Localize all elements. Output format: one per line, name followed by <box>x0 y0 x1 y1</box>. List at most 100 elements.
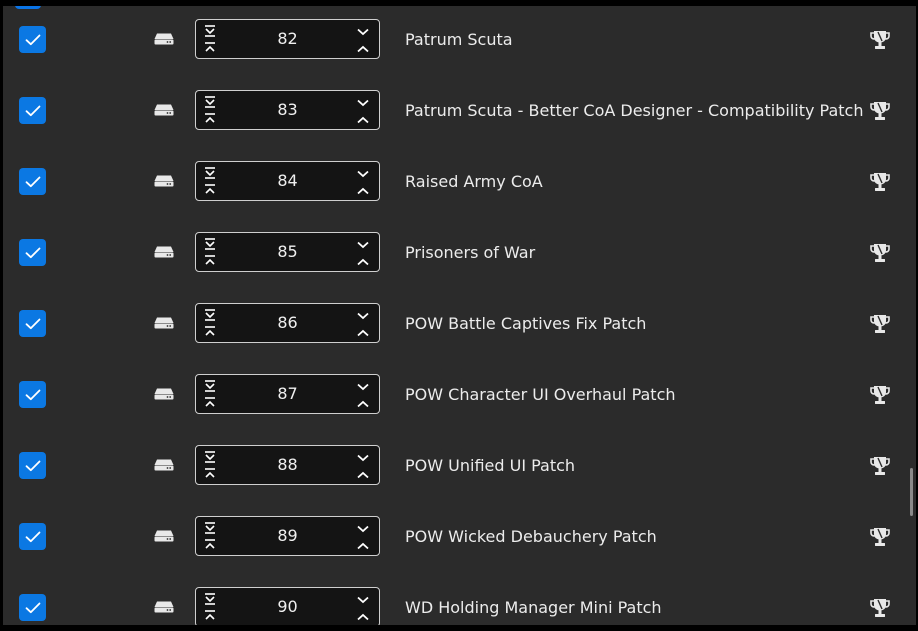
load-order-value[interactable]: 87 <box>226 375 349 413</box>
scrollbar-thumb[interactable] <box>910 468 913 516</box>
checkmark-icon <box>25 389 40 400</box>
increment-button[interactable] <box>355 113 371 127</box>
chevron-up-icon <box>357 116 369 124</box>
chevron-down-icon <box>357 383 369 391</box>
checkmark-icon <box>25 531 40 542</box>
trophy-icon <box>870 315 890 333</box>
load-order-stepper[interactable]: 90 <box>195 587 380 625</box>
increment-button[interactable] <box>355 255 371 269</box>
move-to-bottom-icon <box>205 96 215 108</box>
decrement-button[interactable] <box>355 238 371 252</box>
enable-checkbox[interactable] <box>19 452 46 479</box>
mod-name: POW Wicked Debauchery Patch <box>405 527 657 546</box>
enable-checkbox[interactable] <box>19 26 46 53</box>
move-to-bottom-button[interactable] <box>202 95 218 109</box>
load-order-value[interactable]: 84 <box>226 162 349 200</box>
decrement-button[interactable] <box>355 380 371 394</box>
move-to-bottom-button[interactable] <box>202 308 218 322</box>
move-to-bottom-button[interactable] <box>202 521 218 535</box>
hard-drive-icon <box>154 388 174 400</box>
load-order-value[interactable]: 82 <box>226 20 349 58</box>
enable-checkbox[interactable] <box>19 97 46 124</box>
trophy-icon <box>870 528 890 546</box>
increment-button[interactable] <box>355 468 371 482</box>
chevron-up-icon <box>357 329 369 337</box>
chevron-down-icon <box>357 99 369 107</box>
mod-name: POW Battle Captives Fix Patch <box>405 314 647 333</box>
mod-name: WD Holding Manager Mini Patch <box>405 598 662 617</box>
move-to-top-button[interactable] <box>202 467 218 481</box>
chevron-down-icon <box>357 454 369 462</box>
checkmark-icon <box>25 105 40 116</box>
increment-button[interactable] <box>355 539 371 553</box>
move-to-top-button[interactable] <box>202 254 218 268</box>
chevron-up-icon <box>357 45 369 53</box>
chevron-up-icon <box>357 542 369 550</box>
load-order-stepper[interactable]: 83 <box>195 90 380 130</box>
hard-drive-icon <box>154 459 174 471</box>
load-order-value[interactable]: 83 <box>226 91 349 129</box>
load-order-stepper[interactable]: 89 <box>195 516 380 556</box>
trophy-icon <box>870 386 890 404</box>
load-order-stepper[interactable]: 84 <box>195 161 380 201</box>
increment-button[interactable] <box>355 397 371 411</box>
decrement-button[interactable] <box>355 309 371 323</box>
decrement-button[interactable] <box>355 451 371 465</box>
move-to-bottom-button[interactable] <box>202 450 218 464</box>
load-order-stepper[interactable]: 82 <box>195 19 380 59</box>
move-to-top-button[interactable] <box>202 609 218 623</box>
move-to-bottom-button[interactable] <box>202 379 218 393</box>
chevron-down-icon <box>357 525 369 533</box>
move-to-top-button[interactable] <box>202 396 218 410</box>
increment-button[interactable] <box>355 610 371 624</box>
load-order-stepper[interactable]: 87 <box>195 374 380 414</box>
decrement-button[interactable] <box>355 593 371 607</box>
move-to-bottom-icon <box>205 593 215 605</box>
move-to-top-icon <box>205 610 215 620</box>
checkmark-icon <box>25 176 40 187</box>
move-to-top-button[interactable] <box>202 183 218 197</box>
load-order-value[interactable]: 85 <box>226 233 349 271</box>
load-order-value[interactable]: 89 <box>226 517 349 555</box>
mod-name: Prisoners of War <box>405 243 536 262</box>
enable-checkbox[interactable] <box>19 168 46 195</box>
move-to-top-button[interactable] <box>202 538 218 552</box>
load-order-value[interactable]: 90 <box>226 588 349 625</box>
load-order-value[interactable]: 86 <box>226 304 349 342</box>
decrement-button[interactable] <box>355 96 371 110</box>
enable-checkbox[interactable] <box>19 381 46 408</box>
move-to-bottom-button[interactable] <box>202 24 218 38</box>
decrement-button[interactable] <box>355 25 371 39</box>
move-to-bottom-button[interactable] <box>202 166 218 180</box>
increment-button[interactable] <box>355 326 371 340</box>
enable-checkbox[interactable] <box>19 523 46 550</box>
trophy-icon <box>870 244 890 262</box>
mod-row: 84 Raised Army CoA <box>3 148 916 219</box>
checkmark-icon <box>25 34 40 45</box>
move-to-bottom-button[interactable] <box>202 237 218 251</box>
move-to-top-button[interactable] <box>202 325 218 339</box>
increment-button[interactable] <box>355 184 371 198</box>
decrement-button[interactable] <box>355 522 371 536</box>
decrement-button[interactable] <box>355 167 371 181</box>
load-order-stepper[interactable]: 88 <box>195 445 380 485</box>
move-to-bottom-icon <box>205 25 215 37</box>
move-to-top-icon <box>205 326 215 336</box>
move-to-top-button[interactable] <box>202 112 218 126</box>
move-to-bottom-icon <box>205 522 215 534</box>
move-to-bottom-icon <box>205 451 215 463</box>
enable-checkbox[interactable] <box>19 239 46 266</box>
chevron-up-icon <box>357 187 369 195</box>
load-order-stepper[interactable]: 85 <box>195 232 380 272</box>
enable-checkbox[interactable] <box>19 310 46 337</box>
move-to-bottom-icon <box>205 167 215 179</box>
increment-button[interactable] <box>355 42 371 56</box>
move-to-bottom-button[interactable] <box>202 592 218 606</box>
load-order-stepper[interactable]: 86 <box>195 303 380 343</box>
chevron-down-icon <box>357 241 369 249</box>
move-to-top-button[interactable] <box>202 41 218 55</box>
mod-row: 85 Prisoners of War <box>3 219 916 290</box>
enable-checkbox[interactable] <box>19 594 46 621</box>
chevron-down-icon <box>357 28 369 36</box>
load-order-value[interactable]: 88 <box>226 446 349 484</box>
